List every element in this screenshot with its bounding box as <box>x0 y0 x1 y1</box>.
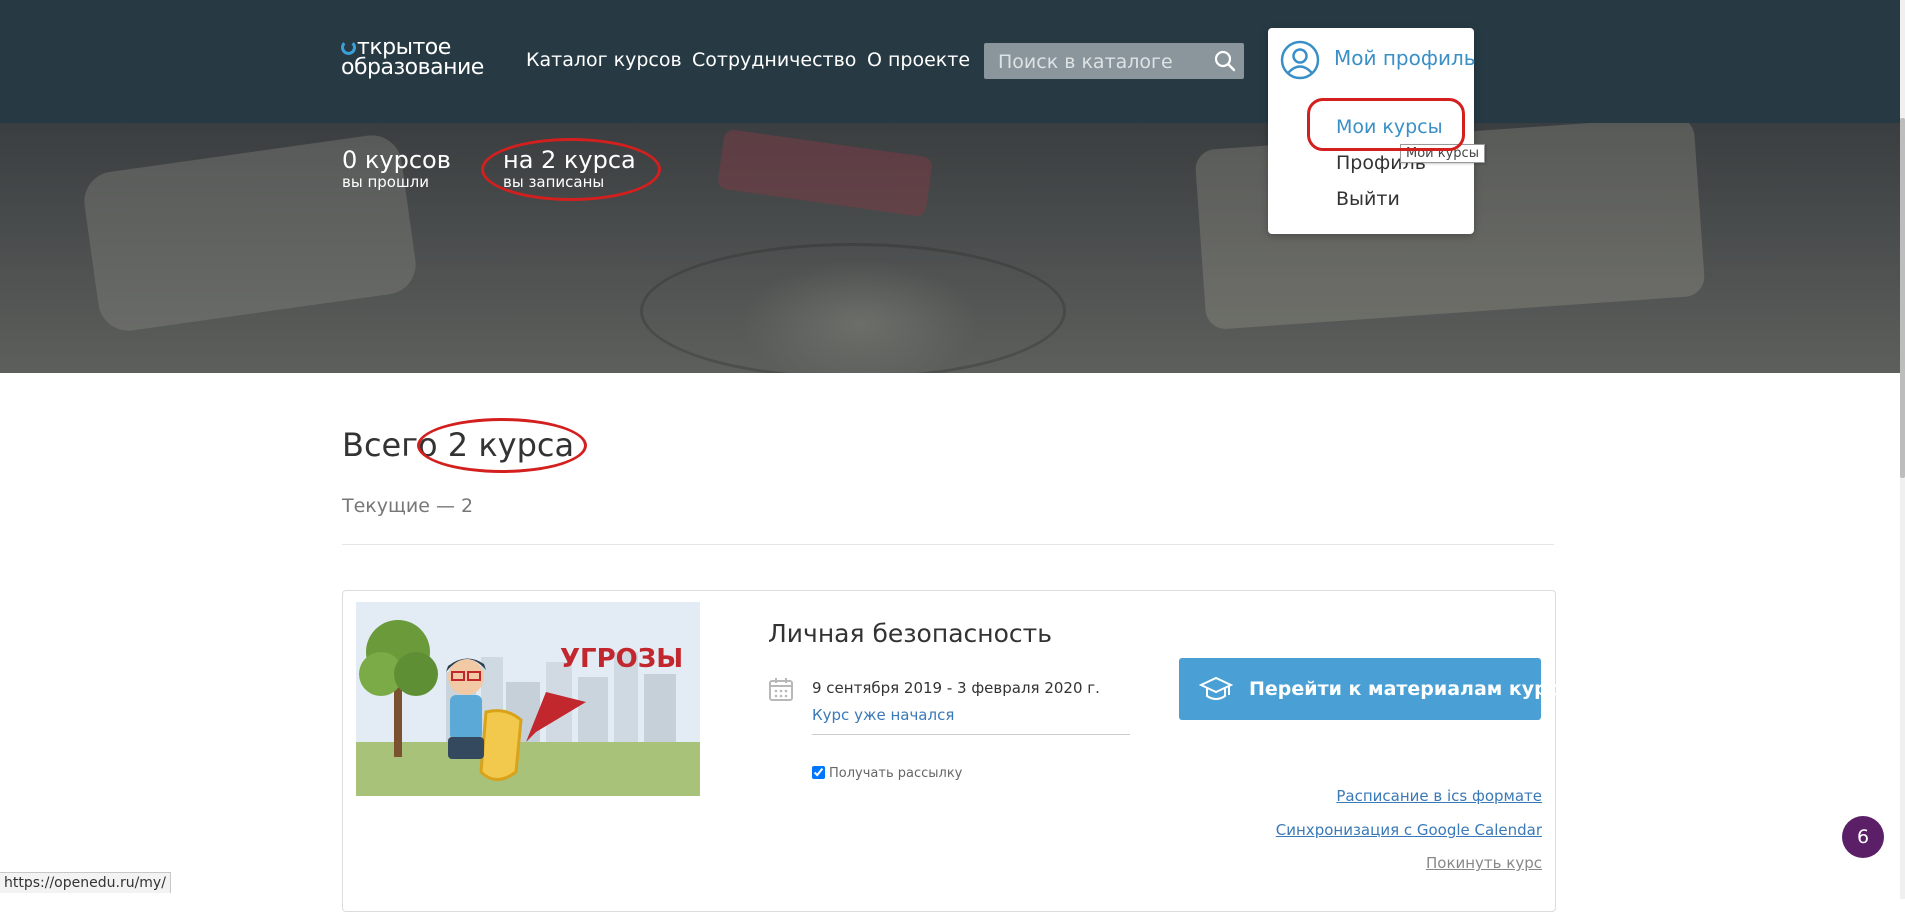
nav-cooperation[interactable]: Сотрудничество <box>692 49 856 71</box>
go-to-course-label: Перейти к материалам курса <box>1249 678 1572 700</box>
stat-enrolled-value: на 2 курса <box>503 146 636 174</box>
menu-item-my-courses[interactable]: Мои курсы <box>1336 116 1443 138</box>
stat-completed-label: вы прошли <box>342 173 430 191</box>
catalog-search <box>984 43 1244 79</box>
profile-banner <box>0 123 1900 373</box>
profile-menu-title[interactable]: Мой профиль <box>1334 46 1476 70</box>
nav-about[interactable]: О проекте <box>867 49 970 71</box>
site-header: ткрытое образование Каталог курсов Сотру… <box>0 0 1900 123</box>
course-dates: 9 сентября 2019 - 3 февраля 2020 г. <box>812 679 1100 697</box>
calendar-icon <box>769 678 793 701</box>
leave-course-link[interactable]: Покинуть курс <box>1426 854 1542 872</box>
logo-ring-icon <box>341 40 356 55</box>
notification-badge[interactable]: 6 <box>1842 816 1884 858</box>
tooltip-my-courses: Мои курсы <box>1400 144 1485 163</box>
profile-dropdown: Мой профиль Мои курсы Профиль Выйти <box>1268 28 1476 234</box>
course-thumbnail[interactable]: УГРОЗЫ <box>356 602 700 796</box>
search-icon[interactable] <box>1214 50 1236 72</box>
courses-total-heading: Всего 2 курса <box>342 426 575 464</box>
course-title[interactable]: Личная безопасность <box>768 619 1052 648</box>
scrollbar-thumb[interactable] <box>1900 118 1905 478</box>
newsletter-label: Получать рассылку <box>829 766 963 781</box>
logo-line-2: образование <box>341 55 484 80</box>
browser-status-url: https://openedu.ru/my/ <box>0 872 171 893</box>
course-card: УГРОЗЫ Личная безопасность 9 сентября 20… <box>342 590 1572 912</box>
stat-enrolled-label: вы записаны <box>503 173 605 191</box>
google-calendar-sync-link[interactable]: Синхронизация с Google Calendar <box>1276 821 1542 839</box>
thumbnail-text: УГРОЗЫ <box>560 644 683 674</box>
course-illustration: УГРОЗЫ <box>356 602 700 796</box>
stat-completed: 0 курсов вы прошли <box>342 146 451 190</box>
newsletter-option[interactable]: Получать рассылку <box>812 766 962 781</box>
nav-catalog[interactable]: Каталог курсов <box>526 49 682 71</box>
divider <box>342 544 1554 545</box>
current-courses-count[interactable]: Текущие — 2 <box>342 495 473 517</box>
newsletter-checkbox[interactable] <box>812 766 825 779</box>
menu-item-logout[interactable]: Выйти <box>1336 188 1400 210</box>
graduation-cap-icon <box>1199 676 1233 700</box>
course-status: Курс уже начался <box>812 706 955 724</box>
course-info-divider <box>812 734 1130 735</box>
stat-completed-value: 0 курсов <box>342 146 451 174</box>
user-avatar-icon[interactable] <box>1280 40 1320 80</box>
site-logo[interactable]: ткрытое образование <box>341 37 484 80</box>
stat-enrolled: на 2 курса вы записаны <box>503 146 636 190</box>
ics-schedule-link[interactable]: Расписание в ics формате <box>1336 787 1542 805</box>
search-input[interactable] <box>996 49 1200 75</box>
go-to-course-button[interactable]: Перейти к материалам курса <box>1179 658 1572 720</box>
